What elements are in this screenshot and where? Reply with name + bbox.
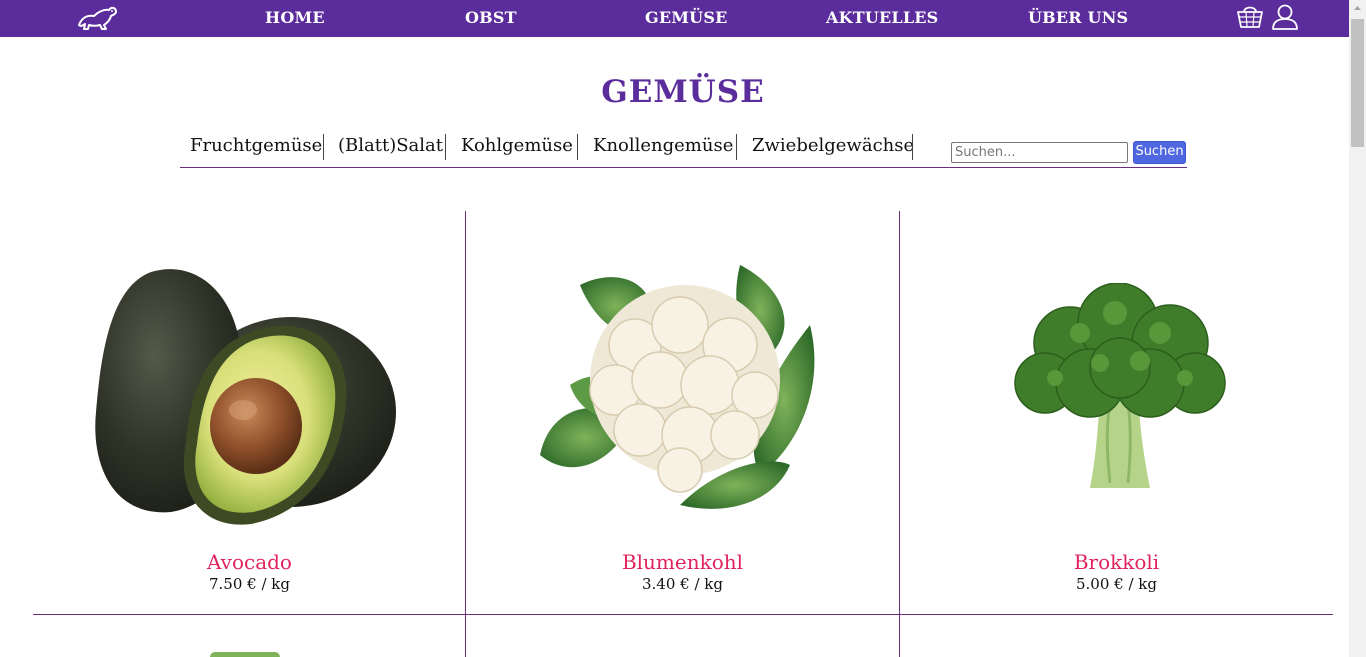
- nav-obst[interactable]: OBST: [465, 8, 517, 27]
- cauliflower-image[interactable]: [540, 265, 826, 523]
- category-fruchtgemuese[interactable]: Fruchtgemüse: [190, 134, 322, 160]
- grid-divider-horizontal: [33, 614, 1333, 615]
- category-divider: [445, 134, 446, 160]
- nav-gemuese[interactable]: GEMÜSE: [645, 8, 727, 27]
- category-knollengemuese[interactable]: Knollengemüse: [593, 134, 733, 160]
- page-title: GEMÜSE: [601, 74, 765, 110]
- category-divider: [323, 134, 324, 160]
- category-divider: [912, 134, 913, 160]
- nav-aktuelles[interactable]: AKTUELLES: [826, 8, 938, 27]
- category-kohlgemuese[interactable]: Kohlgemüse: [461, 134, 573, 160]
- category-divider: [736, 134, 737, 160]
- category-blattsalat[interactable]: (Blatt)Salat: [338, 134, 443, 160]
- product-name[interactable]: Avocado: [33, 550, 466, 574]
- product-name[interactable]: Brokkoli: [900, 550, 1333, 574]
- broccoli-image[interactable]: [1010, 283, 1226, 495]
- category-zwiebelgewaechse[interactable]: Zwiebelgewächse: [752, 134, 914, 160]
- ferret-logo-icon[interactable]: [76, 3, 118, 31]
- product-name[interactable]: Blumenkohl: [466, 550, 899, 574]
- search-button[interactable]: Suchen: [1133, 141, 1186, 164]
- product-price: 5.00 € / kg: [1076, 575, 1157, 593]
- nav-home[interactable]: HOME: [265, 8, 325, 27]
- product-price: 3.40 € / kg: [642, 575, 723, 593]
- top-navigation-bar: HOME OBST GEMÜSE AKTUELLES ÜBER UNS: [0, 0, 1349, 37]
- category-divider: [577, 134, 578, 160]
- category-subnav: Fruchtgemüse (Blatt)Salat Kohlgemüse Kno…: [180, 132, 1187, 168]
- next-product-image-partial: [210, 652, 280, 657]
- search-input[interactable]: [951, 142, 1128, 163]
- user-icon[interactable]: [1271, 3, 1299, 30]
- product-price: 7.50 € / kg: [209, 575, 290, 593]
- nav-ueber-uns[interactable]: ÜBER UNS: [1028, 8, 1128, 27]
- basket-icon[interactable]: [1236, 4, 1264, 29]
- scroll-up-arrow-icon[interactable]: [1349, 0, 1366, 17]
- avocado-image[interactable]: [91, 262, 401, 530]
